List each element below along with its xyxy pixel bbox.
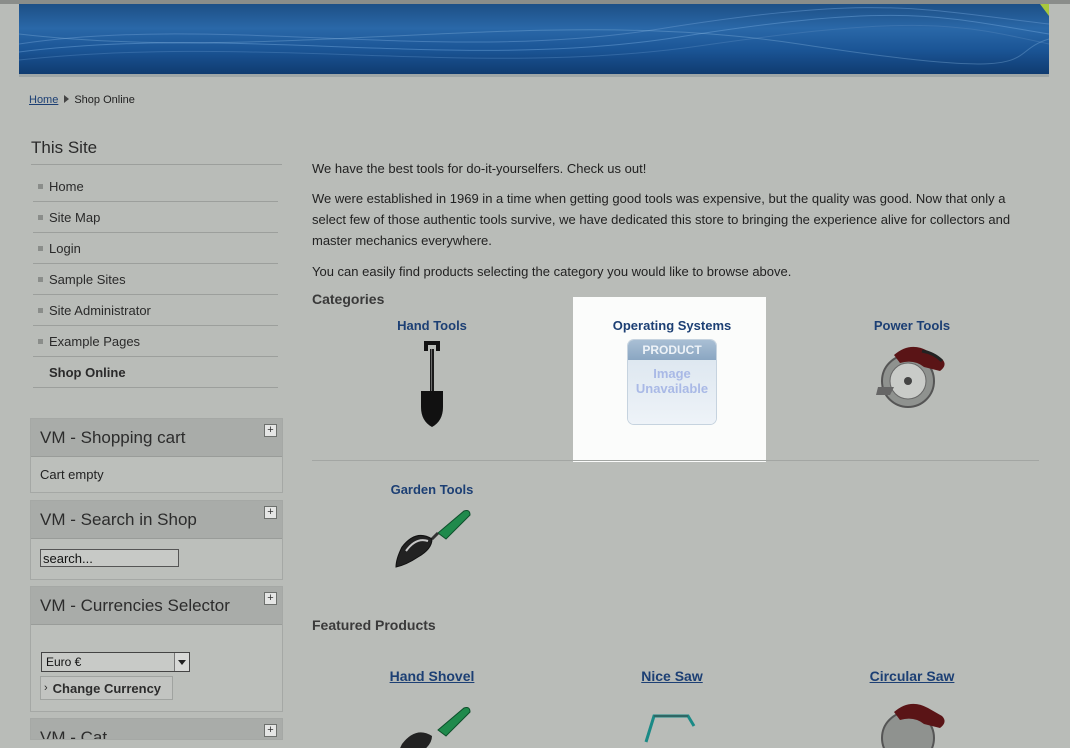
- change-currency-button[interactable]: › Change Currency: [40, 676, 173, 700]
- sidebar-title-rule: [31, 164, 282, 165]
- menu-item-home[interactable]: Home: [33, 171, 278, 202]
- expand-toggle-icon[interactable]: +: [264, 506, 277, 519]
- module-header: VM - Cat +: [31, 719, 282, 740]
- cart-status: Cart empty: [31, 457, 282, 492]
- trowel-icon[interactable]: [392, 698, 472, 748]
- featured-product-nice-saw[interactable]: Nice Saw: [552, 668, 792, 748]
- menu-item-label: Site Administrator: [49, 302, 151, 318]
- category-name[interactable]: Hand Tools: [312, 318, 552, 333]
- menu-item-login[interactable]: Login: [33, 233, 278, 264]
- module-title: VM - Cat: [40, 727, 108, 740]
- intro-paragraph-2: We were established in 1969 in a time wh…: [312, 191, 1011, 248]
- currency-select[interactable]: Euro €: [41, 652, 190, 672]
- product-name-link[interactable]: Hand Shovel: [312, 668, 552, 684]
- category-name[interactable]: Garden Tools: [312, 482, 552, 497]
- expand-toggle-icon[interactable]: +: [264, 424, 277, 437]
- menu-item-example-pages[interactable]: Example Pages: [33, 326, 278, 357]
- module-title: VM - Currencies Selector: [40, 595, 230, 615]
- placeholder-line-3: Unavailable: [635, 381, 709, 396]
- placeholder-banner: PRODUCT: [628, 340, 716, 360]
- breadcrumb-home-link[interactable]: Home: [29, 94, 58, 106]
- circular-saw-icon[interactable]: [874, 698, 950, 748]
- module-header: VM - Shopping cart +: [31, 419, 282, 457]
- sidebar-title: This Site: [31, 138, 98, 157]
- module-title: VM - Search in Shop: [40, 509, 197, 529]
- currency-selected-value: Euro €: [46, 655, 82, 669]
- search-module-body: [31, 539, 282, 579]
- product-name-link[interactable]: Nice Saw: [552, 668, 792, 684]
- shopping-cart-module: VM - Shopping cart + Cart empty: [30, 418, 283, 493]
- category-divider: [312, 460, 1039, 461]
- breadcrumb-current: Shop Online: [74, 94, 135, 106]
- featured-product-hand-shovel[interactable]: Hand Shovel: [312, 668, 552, 748]
- change-currency-label: Change Currency: [52, 680, 162, 696]
- currency-module-body: Euro € › Change Currency: [31, 625, 282, 711]
- bullet-icon: [38, 338, 43, 344]
- category-operating-systems[interactable]: Operating Systems PRODUCT Image Unavaila…: [552, 318, 792, 424]
- menu-item-label: Example Pages: [49, 333, 141, 349]
- category-hand-tools[interactable]: Hand Tools: [312, 318, 552, 429]
- product-name-link[interactable]: Circular Saw: [792, 668, 1032, 684]
- module-header: VM - Currencies Selector +: [31, 587, 282, 625]
- bullet-icon: [38, 214, 43, 220]
- bullet-icon: [38, 245, 43, 251]
- menu-item-sample-sites[interactable]: Sample Sites: [33, 264, 278, 295]
- chevron-right-icon: ›: [44, 682, 48, 694]
- categories-module: VM - Cat +: [30, 718, 283, 740]
- categories-heading: Categories: [312, 291, 385, 307]
- module-header: VM - Search in Shop +: [31, 501, 282, 539]
- product-image-unavailable-icon[interactable]: PRODUCT Image Unavailable: [628, 340, 716, 424]
- intro-paragraph-3: You can easily find products selecting t…: [312, 264, 792, 279]
- trowel-icon[interactable]: [392, 501, 472, 571]
- bullet-icon: [38, 183, 43, 189]
- category-garden-tools[interactable]: Garden Tools: [312, 482, 552, 571]
- menu-item-site-administrator[interactable]: Site Administrator: [33, 295, 278, 326]
- category-name[interactable]: Operating Systems: [552, 318, 792, 333]
- category-power-tools[interactable]: Power Tools: [792, 318, 1032, 413]
- currency-selector-module: VM - Currencies Selector + Euro € › Chan…: [30, 586, 283, 712]
- search-module: VM - Search in Shop +: [30, 500, 283, 580]
- module-title: VM - Shopping cart: [40, 427, 186, 447]
- placeholder-line-2: Image: [653, 366, 691, 381]
- bullet-icon: [38, 370, 43, 375]
- featured-products-heading: Featured Products: [312, 617, 436, 633]
- menu-item-label: Sample Sites: [49, 271, 126, 287]
- menu-item-label: Home: [49, 178, 84, 194]
- breadcrumb-arrow-icon: [64, 95, 70, 103]
- bullet-icon: [38, 307, 43, 313]
- menu-item-label: Login: [49, 240, 81, 256]
- search-input[interactable]: [40, 549, 179, 567]
- hacksaw-icon[interactable]: [632, 698, 712, 748]
- breadcrumb: Home Shop Online: [29, 94, 135, 106]
- shovel-icon[interactable]: [412, 339, 452, 429]
- header-banner: [19, 4, 1049, 74]
- menu-item-shop-online[interactable]: Shop Online: [33, 357, 278, 388]
- banner-underline: [19, 74, 1049, 77]
- menu-item-label: Shop Online: [49, 364, 126, 380]
- featured-product-circular-saw[interactable]: Circular Saw: [792, 668, 1032, 748]
- menu-item-site-map[interactable]: Site Map: [33, 202, 278, 233]
- bullet-icon: [38, 276, 43, 282]
- circular-saw-icon[interactable]: [874, 341, 950, 413]
- dropdown-arrow-icon[interactable]: [174, 653, 189, 671]
- expand-toggle-icon[interactable]: +: [264, 724, 277, 737]
- category-name[interactable]: Power Tools: [792, 318, 1032, 333]
- site-menu: Home Site Map Login Sample Sites Site Ad…: [33, 171, 278, 388]
- expand-toggle-icon[interactable]: +: [264, 592, 277, 605]
- menu-item-label: Site Map: [49, 209, 101, 225]
- intro-paragraph-1: We have the best tools for do-it-yoursel…: [312, 161, 647, 176]
